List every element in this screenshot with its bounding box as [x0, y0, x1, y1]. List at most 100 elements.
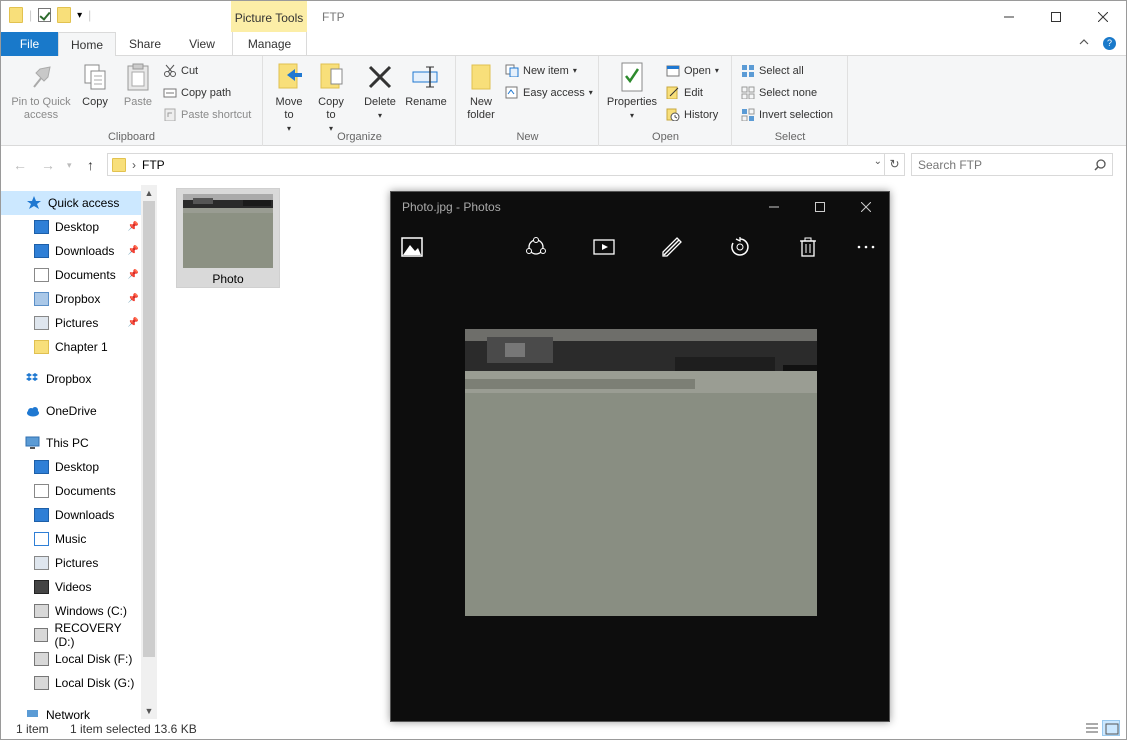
nav-quick-access-item-4[interactable]: Pictures 📌	[1, 311, 141, 335]
nav-this-pc-item-7[interactable]: RECOVERY (D:)	[1, 621, 141, 649]
dropbox-icon	[26, 373, 38, 381]
nav-this-pc-item-2[interactable]: Downloads	[1, 503, 141, 527]
close-icon	[861, 202, 871, 212]
easy-access-button[interactable]: Easy access ▾	[505, 86, 593, 99]
see-all-photos-button[interactable]	[397, 232, 427, 262]
tab-view[interactable]: View	[175, 32, 229, 56]
scroll-up-icon[interactable]: ▲	[141, 185, 157, 201]
address-dropdown-icon[interactable]: ⌄	[874, 156, 882, 167]
copy-path-button[interactable]: Copy path	[163, 86, 231, 99]
close-button[interactable]	[1079, 1, 1126, 32]
nav-this-pc-item-0[interactable]: Desktop	[1, 455, 141, 479]
tab-home[interactable]: Home	[58, 32, 116, 57]
back-button[interactable]: ←	[13, 157, 27, 173]
windows-drive-icon	[34, 604, 49, 618]
scroll-down-icon[interactable]: ▼	[141, 703, 157, 719]
nav-quick-access-item-2[interactable]: Documents 📌	[1, 263, 141, 287]
properties-button[interactable]: Properties ▾	[604, 60, 660, 122]
scroll-thumb[interactable]	[143, 201, 155, 657]
window-title: FTP	[322, 10, 345, 24]
folder-icon	[9, 7, 23, 23]
photos-maximize-button[interactable]	[797, 192, 843, 222]
copy-button[interactable]: Copy	[77, 60, 113, 109]
drive-icon	[34, 652, 49, 666]
pin-to-quick-access-button[interactable]: Pin to Quick access	[7, 60, 75, 122]
move-to-button[interactable]: Move to ▾	[272, 60, 306, 135]
select-none-icon	[741, 86, 755, 99]
nav-this-pc-item-4[interactable]: Pictures	[1, 551, 141, 575]
search-box[interactable]: Search FTP	[911, 153, 1113, 176]
folder-icon	[112, 157, 126, 172]
details-view-icon[interactable]	[1084, 721, 1100, 735]
copy-to-button[interactable]: Copy to ▾	[314, 60, 348, 135]
properties-icon[interactable]	[38, 8, 52, 22]
search-input[interactable]: Search FTP	[918, 158, 982, 172]
nav-this-pc-item-3[interactable]: Music	[1, 527, 141, 551]
clipboard-group-label: Clipboard	[107, 131, 156, 143]
nav-this-pc-item-6[interactable]: Windows (C:)	[1, 599, 141, 623]
breadcrumb-ftp[interactable]: FTP	[142, 158, 165, 172]
more-options-button[interactable]	[851, 232, 881, 262]
paste-shortcut-button[interactable]: Paste shortcut	[163, 108, 251, 121]
nav-network[interactable]: Network	[1, 703, 141, 719]
slideshow-button[interactable]	[589, 232, 619, 262]
nav-scrollbar[interactable]: ▲ ▼	[141, 185, 157, 719]
large-icons-view-icon[interactable]	[1102, 720, 1120, 736]
maximize-button[interactable]	[1032, 1, 1079, 32]
customize-qat-button[interactable]: ▾	[77, 10, 82, 21]
nav-quick-access[interactable]: Quick access	[1, 191, 141, 215]
navigation-pane: Quick access Desktop 📌 Downloads 📌 Documents…	[1, 185, 157, 719]
tab-share[interactable]: Share	[119, 32, 171, 56]
new-item-button[interactable]: New item ▾	[505, 64, 577, 77]
photos-close-button[interactable]	[843, 192, 889, 222]
rename-button[interactable]: Rename	[404, 60, 448, 109]
nav-this-pc-item-1[interactable]: Documents	[1, 479, 141, 503]
photos-minimize-button[interactable]	[751, 192, 797, 222]
nav-quick-access-item-0[interactable]: Desktop 📌	[1, 215, 141, 239]
image-icon	[401, 237, 423, 257]
history-button[interactable]: History	[666, 108, 718, 121]
videos-icon	[34, 580, 49, 594]
file-item-photo[interactable]: Photo	[176, 188, 280, 288]
rotate-button[interactable]	[725, 232, 755, 262]
nav-onedrive[interactable]: OneDrive	[1, 399, 141, 423]
tab-file[interactable]: File	[1, 32, 58, 56]
help-icon[interactable]: ?	[1103, 37, 1116, 50]
delete-button[interactable]	[793, 232, 823, 262]
nav-quick-access-item-5[interactable]: Chapter 1	[1, 335, 141, 359]
up-button[interactable]: ↑	[87, 157, 94, 173]
nav-this-pc-item-5[interactable]: Videos	[1, 575, 141, 599]
edit-button[interactable]: Edit	[666, 86, 703, 99]
new-group: New folder New item ▾ Easy access ▾ New	[457, 56, 599, 146]
nav-this-pc-item-8[interactable]: Local Disk (F:)	[1, 647, 141, 671]
select-none-button[interactable]: Select none	[741, 86, 817, 99]
open-button[interactable]: Open ▾	[666, 64, 719, 77]
collapse-ribbon-icon[interactable]	[1079, 37, 1089, 47]
nav-quick-access-item-1[interactable]: Downloads 📌	[1, 239, 141, 263]
invert-selection-button[interactable]: Invert selection	[741, 108, 833, 121]
paste-icon	[127, 63, 149, 91]
forward-button[interactable]: →	[41, 157, 55, 173]
select-all-button[interactable]: Select all	[741, 64, 804, 77]
edit-button[interactable]	[657, 232, 687, 262]
nav-this-pc[interactable]: This PC	[1, 431, 141, 455]
recent-locations-button[interactable]: ▾	[67, 160, 72, 171]
tab-manage[interactable]: Manage	[232, 32, 307, 56]
select-group: Select all Select none Invert selection …	[733, 56, 848, 146]
desktop-icon	[34, 460, 49, 474]
dropbox-icon	[34, 292, 49, 306]
copy-icon	[84, 64, 106, 90]
nav-dropbox[interactable]: Dropbox	[1, 367, 141, 391]
music-icon	[34, 532, 49, 546]
nav-this-pc-item-9[interactable]: Local Disk (G:)	[1, 671, 141, 695]
paste-button[interactable]: Paste	[119, 60, 157, 109]
new-folder-icon[interactable]	[57, 7, 72, 23]
delete-button[interactable]: Delete ▾	[360, 60, 400, 122]
new-folder-button[interactable]: New folder	[461, 60, 501, 122]
share-button[interactable]	[521, 232, 551, 262]
minimize-button[interactable]	[985, 1, 1032, 32]
nav-quick-access-item-3[interactable]: Dropbox 📌	[1, 287, 141, 311]
cut-button[interactable]: Cut	[163, 64, 198, 77]
refresh-icon[interactable]: ↻	[884, 154, 904, 175]
address-box[interactable]: › FTP ⌄ ↻	[107, 153, 905, 176]
